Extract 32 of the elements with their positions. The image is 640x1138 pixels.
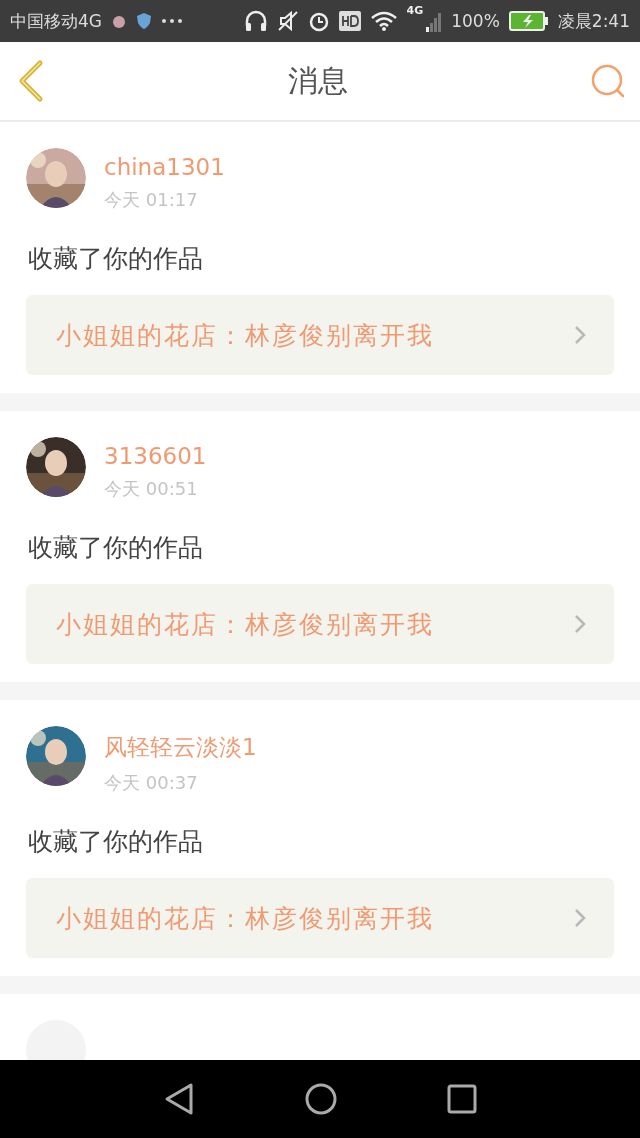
battery-icon [508, 11, 549, 31]
more-icon [161, 18, 183, 24]
user-name[interactable]: 3136601 [104, 443, 207, 469]
work-link[interactable]: 小姐姐的花店：林彦俊别离开我 [26, 295, 614, 375]
wifi-icon [369, 10, 398, 32]
home-button[interactable] [305, 1083, 337, 1115]
chevron-icon [574, 908, 586, 928]
user-name[interactable]: 风轻轻云淡淡1 [104, 732, 257, 763]
work-link[interactable]: 小姐姐的花店：林彦俊别离开我 [26, 878, 614, 958]
recents-button[interactable] [447, 1084, 477, 1114]
hd-icon [338, 11, 361, 31]
message-time: 今天 01:17 [104, 188, 199, 212]
network-label: 4G [406, 4, 424, 17]
message-text: 收藏了你的作品 [28, 532, 204, 564]
work-link[interactable]: 小姐姐的花店：林彦俊别离开我 [26, 584, 614, 664]
page-title: 消息 [288, 61, 348, 100]
message-time: 今天 00:37 [104, 771, 199, 795]
clock-label: 凌晨2:41 [557, 9, 630, 33]
mute-icon [276, 10, 299, 32]
carrier-label: 中国移动4G [10, 9, 102, 33]
alarm-icon [307, 10, 330, 32]
message-text: 收藏了你的作品 [28, 243, 204, 275]
headphones-icon [243, 10, 268, 32]
shield-icon [136, 12, 152, 30]
user-name[interactable]: china1301 [104, 154, 225, 180]
chevron-icon [574, 614, 586, 634]
signal-icon [426, 10, 443, 32]
message-time: 今天 00:51 [104, 477, 199, 501]
chevron-icon [574, 325, 586, 345]
back-nav-button[interactable] [163, 1082, 195, 1116]
message-text: 收藏了你的作品 [28, 826, 204, 858]
battery-label: 100% [451, 11, 500, 31]
